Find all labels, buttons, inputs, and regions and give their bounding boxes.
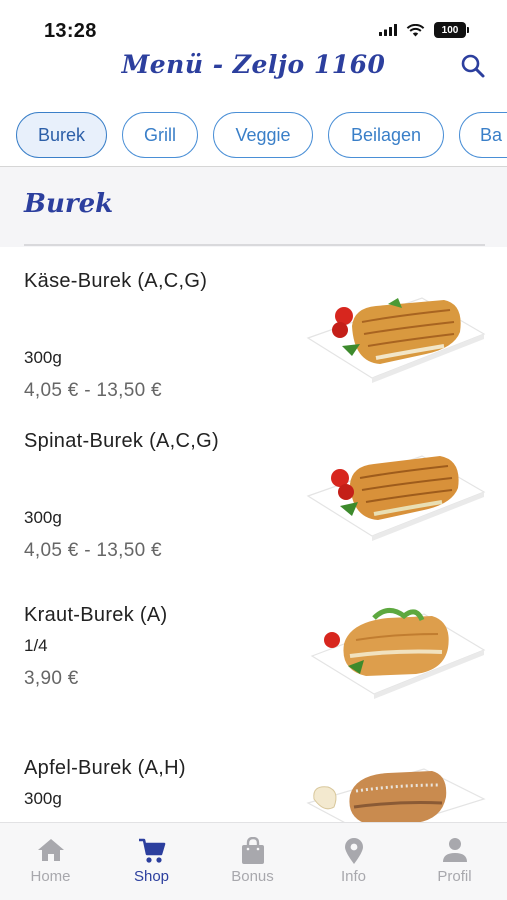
- status-bar: 13:28 100: [0, 0, 507, 50]
- section-header: Burek: [0, 167, 507, 247]
- menu-item[interactable]: Kraut-Burek (A) 1/4 3,90 €: [0, 598, 507, 718]
- battery-indicator: 100: [434, 22, 469, 38]
- item-name: Apfel-Burek (A,H): [24, 757, 186, 779]
- chip-grill[interactable]: Grill: [122, 112, 198, 158]
- item-weight: 300g: [24, 508, 62, 527]
- chip-burek[interactable]: Burek: [16, 112, 107, 158]
- location-pin-icon: [344, 838, 363, 864]
- menu-item[interactable]: Apfel-Burek (A,H) 300g: [0, 753, 507, 836]
- section-title: Burek: [24, 189, 114, 219]
- burek-image: [306, 455, 486, 541]
- tab-label: Home: [30, 868, 71, 885]
- chip-veggie[interactable]: Veggie: [213, 112, 313, 158]
- status-icons: 100: [379, 22, 469, 38]
- search-icon: [461, 54, 485, 78]
- tab-home[interactable]: Home: [0, 823, 101, 900]
- menu-item[interactable]: Käse-Burek (A,C,G) 300g 4,05 € - 13,50 €: [0, 266, 507, 406]
- search-button[interactable]: [459, 52, 487, 80]
- item-name: Kraut-Burek (A): [24, 604, 168, 626]
- tab-bar: Home Shop Bonus Info Profil: [0, 822, 507, 900]
- chip-ba[interactable]: Ba: [459, 112, 507, 158]
- item-price: 4,05 € - 13,50 €: [24, 540, 162, 561]
- tab-profil[interactable]: Profil: [404, 823, 505, 900]
- cart-icon: [138, 838, 165, 863]
- chip-beilagen[interactable]: Beilagen: [328, 112, 444, 158]
- status-time: 13:28: [44, 20, 97, 42]
- bag-icon: [241, 837, 264, 864]
- person-icon: [442, 838, 467, 862]
- burek-image: [310, 608, 486, 699]
- battery-cap: [467, 27, 469, 33]
- battery-level: 100: [434, 22, 466, 38]
- item-name: Käse-Burek (A,C,G): [24, 270, 208, 292]
- item-price: 3,90 €: [24, 668, 79, 689]
- menu-item[interactable]: Spinat-Burek (A,C,G) 300g 4,05 € - 13,50…: [0, 426, 507, 566]
- signal-icon: [379, 24, 397, 36]
- item-price: 4,05 € - 13,50 €: [24, 380, 162, 401]
- category-chips: Burek Grill Veggie Beilagen Ba: [0, 112, 507, 160]
- wifi-icon: [406, 23, 425, 36]
- burek-image: [306, 297, 486, 383]
- tab-label: Info: [340, 868, 367, 885]
- section-divider: [24, 244, 485, 246]
- tab-info[interactable]: Info: [303, 823, 404, 900]
- item-weight: 300g: [24, 348, 62, 367]
- item-name: Spinat-Burek (A,C,G): [24, 430, 219, 452]
- tab-bonus[interactable]: Bonus: [202, 823, 303, 900]
- tab-shop[interactable]: Shop: [101, 823, 202, 900]
- tab-label: Bonus: [231, 868, 274, 885]
- page-title: Menü - Zeljo 1160: [121, 50, 386, 79]
- tab-label: Shop: [133, 868, 170, 885]
- item-weight: 1/4: [24, 636, 48, 655]
- tab-label: Profil: [437, 868, 472, 885]
- app-header: Menü - Zeljo 1160: [0, 48, 507, 88]
- home-icon: [37, 839, 64, 861]
- item-weight: 300g: [24, 789, 62, 808]
